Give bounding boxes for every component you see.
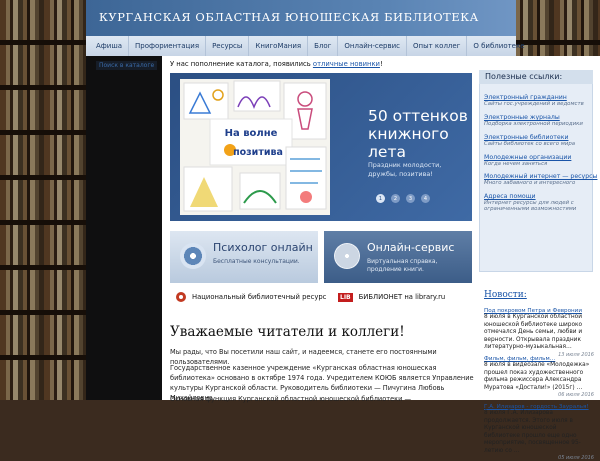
useful-link-title[interactable]: Электронные журналы (484, 114, 596, 121)
useful-link-title[interactable]: Молодежный интернет — ресурсы (484, 173, 597, 180)
slider-dot-2[interactable]: 2 (391, 194, 400, 203)
catalog-notice: У нас пополнение каталога, появились отл… (170, 60, 383, 68)
useful-link-desc: Много забавного и интересного (484, 180, 576, 186)
cd-disc-icon (180, 243, 206, 269)
useful-link-item[interactable]: Электронные журналы Подборка электронной… (484, 114, 596, 127)
slider-dot-4[interactable]: 4 (421, 194, 430, 203)
news-item-date: 05 июля 2016 (558, 455, 594, 461)
slider-dot-3[interactable]: 3 (406, 194, 415, 203)
useful-link-item[interactable]: Молодежный интернет — ресурсы Много заба… (484, 173, 597, 186)
featured-slider[interactable]: На волне позитива 50 оттенков книжного л… (170, 73, 472, 221)
promo-title: Онлайн-сервис (367, 241, 455, 254)
useful-links-title: Полезные ссылки: (479, 70, 593, 84)
biblionet-banner[interactable]: LIB БИБЛИОНЕТ на library.ru (338, 290, 445, 304)
news-title[interactable]: Новости: (484, 290, 527, 300)
online-service-promo[interactable]: Онлайн-сервис Виртуальная справка, продл… (324, 231, 472, 283)
right-sidebar: Полезные ссылки: Электронный гражданин С… (476, 56, 600, 461)
site-title[interactable]: КУРГАНСКАЯ ОБЛАСТНАЯ ЮНОШЕСКАЯ БИБЛИОТЕК… (99, 10, 479, 24)
useful-link-title[interactable]: Электронный гражданин (484, 94, 596, 101)
main-nav: Афиша Профориентация Ресурсы КнигоМания … (86, 36, 525, 57)
slide-caption-line-2: позитива (233, 147, 283, 158)
useful-link-desc: Интернет ресурсы для людей с ограниченны… (484, 200, 577, 212)
notice-suffix: ! (379, 60, 383, 68)
useful-link-desc: Сайты гос.учреждений и ведомств (484, 101, 584, 107)
news-item: Под покровом Петра и Февронии 8 июля в К… (484, 308, 594, 358)
left-sidebar: Поиск в каталоге (86, 56, 162, 400)
news-item-text: 8 июля Г.А. Илизарова продолжается. Этог… (484, 410, 581, 454)
lib-logo-icon: LIB (338, 292, 353, 302)
national-library-icon (176, 292, 186, 302)
nav-item-proforientation[interactable]: Профориентация (129, 36, 207, 56)
clock-icon (334, 243, 360, 269)
nav-item-knigomania[interactable]: КнигоМания (249, 36, 309, 56)
useful-link-item[interactable]: Электронные библиотеки Сайты библиотек с… (484, 134, 596, 147)
welcome-title: Уважаемые читатели и коллеги! (170, 324, 405, 340)
nav-item-afisha[interactable]: Афиша (86, 36, 130, 56)
slider-pagination: 1 2 3 4 (376, 194, 430, 203)
partner-banners: Национальный библиотечный ресурс LIB БИБ… (170, 290, 472, 304)
promo-desc: Бесплатные консультации. (213, 258, 300, 265)
national-library-banner[interactable]: Национальный библиотечный ресурс (176, 290, 326, 304)
useful-link-item[interactable]: Электронный гражданин Сайты гос.учрежден… (484, 94, 596, 107)
nav-item-blog[interactable]: Блог (308, 36, 339, 56)
news-item-text: 8 июля в видеозале «Молодежка» прошел по… (484, 362, 590, 391)
slide-image[interactable]: На волне позитива (180, 79, 330, 215)
site-header: КУРГАНСКАЯ ОБЛАСТНАЯ ЮНОШЕСКАЯ БИБЛИОТЕК… (86, 0, 516, 36)
nav-item-colleagues[interactable]: Опыт коллег (407, 36, 468, 56)
useful-link-desc: Сайты библиотек со всего мира (484, 141, 576, 147)
children-drawings-illustration: На волне позитива (180, 79, 330, 215)
useful-link-desc: Когда нечем заняться (484, 161, 548, 167)
welcome-paragraph-3: Основная функция Курганской областной юн… (170, 395, 412, 403)
new-books-link[interactable]: отличные новинки (313, 60, 380, 68)
useful-link-item[interactable]: Молодежные организации Когда нечем занят… (484, 154, 596, 167)
useful-link-desc: Подборка электронной периодики (484, 121, 583, 127)
news-item: Г.А. Илизаров - гордость Зауралья! 8 июл… (484, 404, 594, 461)
slide-subtitle: Праздник молодости, дружбы, позитива! (368, 161, 442, 178)
slider-dot-1[interactable]: 1 (376, 194, 385, 203)
slide-title[interactable]: 50 оттенков книжного лета (368, 107, 468, 161)
banner-label: БИБЛИОНЕТ на library.ru (358, 293, 446, 301)
promo-title: Психолог онлайн (213, 241, 313, 254)
notice-prefix: У нас пополнение каталога, появились (170, 60, 313, 68)
nav-item-resources[interactable]: Ресурсы (206, 36, 250, 56)
bookshelf-background-left (0, 0, 90, 400)
psychologist-online-promo[interactable]: Психолог онлайн Бесплатные консультации. (170, 231, 318, 283)
banner-label: Национальный библиотечный ресурс (192, 293, 327, 301)
news-item: Фильм, фильм, фильм… 8 июля в видеозале … (484, 356, 594, 398)
nav-item-online-service[interactable]: Онлайн-сервис (338, 36, 408, 56)
catalog-search-link[interactable]: Поиск в каталоге (96, 61, 158, 70)
useful-link-title[interactable]: Электронные библиотеки (484, 134, 596, 141)
promo-desc: Виртуальная справка, продление книги. (367, 258, 438, 273)
slide-caption-line-1: На волне (225, 128, 278, 139)
main-content: У нас пополнение каталога, появились отл… (162, 56, 476, 403)
useful-link-title[interactable]: Молодежные организации (484, 154, 596, 161)
nav-item-about[interactable]: О библиотеке (467, 36, 530, 56)
useful-link-item[interactable]: Адреса помощи Интернет ресурсы для людей… (484, 193, 596, 212)
useful-link-title[interactable]: Адреса помощи (484, 193, 596, 200)
news-item-date: 06 июля 2016 (558, 392, 594, 398)
news-item-text: 8 июля в Курганской областной юношеской … (484, 314, 583, 350)
